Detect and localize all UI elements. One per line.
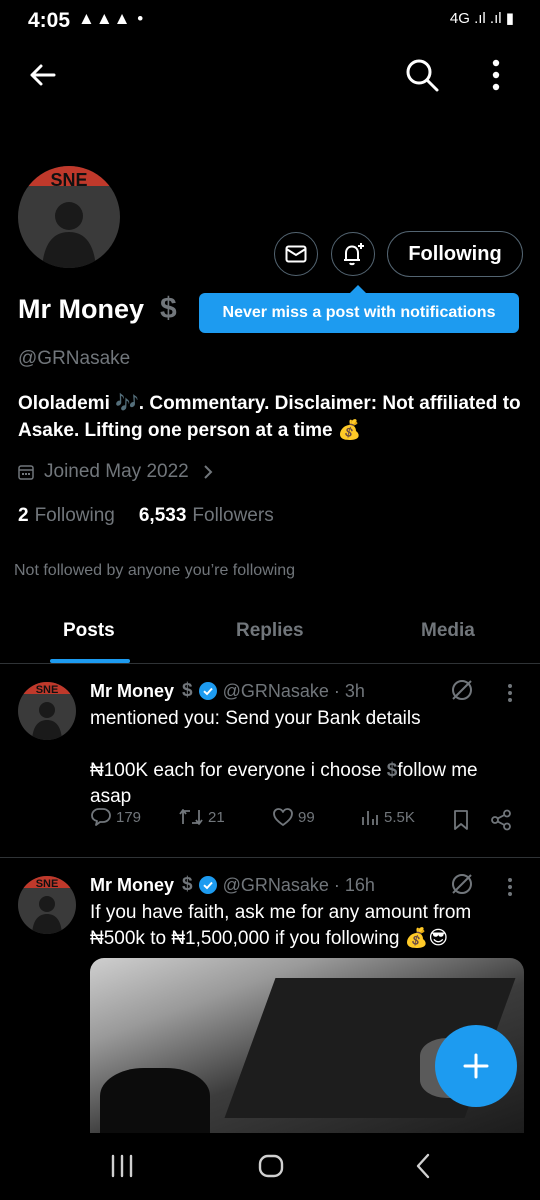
recents-icon[interactable] [107, 1153, 137, 1179]
post-text-line: If you have faith, ask me for any amount… [90, 902, 472, 923]
reply-count: 179 [116, 808, 142, 826]
following-count: 2 [18, 505, 29, 526]
dollar-sign: $ [386, 760, 398, 781]
silhouette-icon [42, 202, 96, 268]
followers-stat[interactable]: 6,533 Followers [139, 505, 274, 527]
profile-handle: @GRNasake [18, 348, 131, 369]
compose-button[interactable] [435, 1025, 517, 1107]
reply-icon [91, 808, 111, 826]
joined-date: Joined May 2022 [44, 461, 189, 482]
follow-stats: 2 Following 6,533 Followers [18, 505, 274, 527]
post-item[interactable]: SNE Mr Money $ @GRNasake · 3h mentioned … [0, 680, 540, 856]
chevron-right-icon [204, 465, 213, 479]
top-bar [0, 45, 540, 107]
notifications-button[interactable] [331, 232, 375, 276]
compose-plus-icon [463, 1053, 489, 1079]
like-button[interactable]: 99 [272, 807, 315, 827]
post-text-segment: follow me [397, 760, 478, 781]
post-text-segment: ₦100K each for everyone i choose [90, 760, 382, 781]
following-label: Following [34, 505, 115, 526]
more-vertical-icon[interactable] [505, 682, 515, 704]
following-stat[interactable]: 2 Following [18, 505, 115, 527]
message-button[interactable] [274, 232, 318, 276]
profile-bio: Ololademi 🎶. Commentary. Disclaimer: Not… [18, 393, 521, 441]
subscription-badge: $ [160, 292, 177, 325]
verified-icon [198, 682, 217, 700]
grok-icon[interactable] [450, 678, 474, 702]
bookmark-icon[interactable] [452, 809, 470, 831]
subscription-badge: $ [182, 680, 193, 701]
repost-count: 21 [208, 808, 225, 826]
repost-icon [179, 809, 203, 825]
verified-icon [198, 876, 217, 894]
notification-tooltip[interactable]: Never miss a post with notifications [199, 293, 519, 333]
like-icon [273, 808, 293, 826]
post-divider [0, 857, 540, 858]
search-icon[interactable] [404, 57, 440, 93]
profile-display-name: Mr Money [18, 294, 145, 324]
post-text: mentioned you: Send your Bank details ₦1… [90, 706, 530, 810]
repost-button[interactable]: 21 [178, 807, 225, 827]
back-arrow-icon[interactable] [24, 57, 60, 93]
views-icon [362, 811, 378, 825]
views-count: 5.5K [384, 808, 415, 826]
views-button[interactable]: 5.5K [360, 807, 415, 827]
grok-icon[interactable] [450, 872, 474, 896]
profile-avatar[interactable]: SNE [18, 166, 120, 268]
tab-replies[interactable]: Replies [236, 620, 304, 642]
post-avatar[interactable]: SNE [18, 876, 76, 934]
tab-media[interactable]: Media [421, 620, 475, 642]
status-dot: • [137, 9, 145, 28]
post-text-line: ₦500k to ₦1,500,000 if you following 💰😎 [90, 928, 449, 949]
system-nav-bar [0, 1133, 540, 1200]
status-bar: 4:05 ▲▲▲ • 4G .ıl .ıl ▮ [0, 0, 540, 40]
post-author-name[interactable]: Mr Money [90, 875, 174, 896]
followers-count: 6,533 [138, 505, 187, 526]
silhouette-icon [32, 896, 62, 934]
reply-button[interactable]: 179 [90, 807, 141, 827]
post-handle-time[interactable]: @GRNasake · 3h [223, 681, 365, 702]
post-text-line: mentioned you: Send your Bank details [90, 708, 421, 729]
post-text-line: ₦100K each for everyone i choose $follow… [90, 758, 530, 784]
signal-battery-indicators: 4G .ıl .ıl ▮ [449, 10, 514, 27]
post-actions: 179 21 99 5.5K [90, 807, 530, 833]
more-vertical-icon[interactable] [505, 876, 515, 898]
post-handle-time[interactable]: @GRNasake · 16h [223, 875, 375, 896]
calendar-icon [18, 465, 34, 480]
status-time: 4:05 [28, 9, 71, 32]
active-tab-indicator [50, 659, 130, 663]
post-header: Mr Money $ @GRNasake · 16h [90, 874, 375, 896]
notification-icons: ▲▲▲ [78, 9, 132, 28]
bell-plus-icon [344, 243, 364, 266]
followers-label: Followers [192, 505, 274, 526]
post-avatar[interactable]: SNE [18, 682, 76, 740]
like-count: 99 [298, 808, 315, 826]
share-icon[interactable] [490, 809, 512, 831]
subscription-badge: $ [182, 874, 193, 895]
more-vertical-icon[interactable] [482, 57, 510, 93]
home-icon[interactable] [256, 1151, 286, 1181]
media-shadow-shape [100, 1068, 210, 1133]
post-text: If you have faith, ask me for any amount… [90, 900, 530, 952]
profile-tabs: Posts Replies Media [0, 600, 540, 664]
following-button[interactable]: Following [387, 231, 523, 277]
post-author-name[interactable]: Mr Money [90, 681, 174, 702]
post-header: Mr Money $ @GRNasake · 3h [90, 680, 365, 702]
not-followed-text: Not followed by anyone you’re following [14, 562, 296, 579]
mail-icon [285, 245, 307, 263]
tab-posts[interactable]: Posts [63, 620, 115, 642]
joined-date-row[interactable]: Joined May 2022 [18, 461, 223, 483]
silhouette-icon [32, 702, 62, 740]
snapchat-notification-icons: ▲▲▲ • [78, 9, 144, 29]
back-icon[interactable] [410, 1151, 436, 1181]
